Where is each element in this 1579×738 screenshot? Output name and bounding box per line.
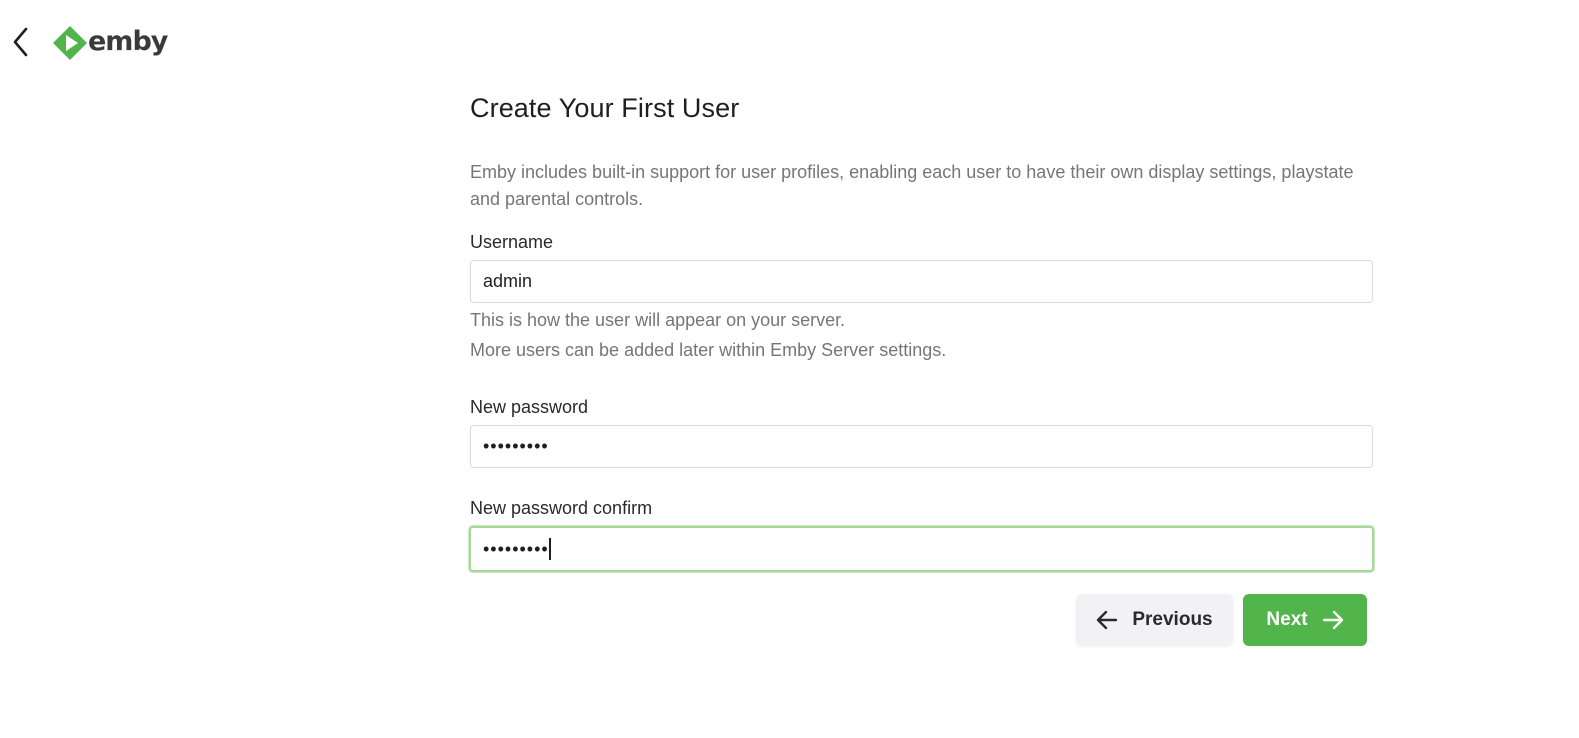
wizard-nav-buttons: Previous Next	[1076, 594, 1367, 646]
username-group: Username admin This is how the user will…	[470, 232, 1374, 365]
logo-text: emby	[88, 25, 168, 57]
password-confirm-group: New password confirm •••••••••	[469, 498, 1374, 572]
password-group: New password •••••••••	[470, 397, 1374, 468]
password-confirm-label: New password confirm	[470, 498, 653, 518]
username-help-1: This is how the user will appear on your…	[470, 310, 846, 330]
username-label: Username	[470, 232, 554, 252]
back-button[interactable]	[6, 24, 34, 60]
username-input[interactable]: admin	[470, 260, 1373, 303]
setup-wizard-content: Create Your First User Emby includes bui…	[469, 90, 1374, 572]
password-confirm-input[interactable]: •••••••••	[469, 526, 1374, 572]
previous-button[interactable]: Previous	[1076, 594, 1233, 646]
username-value: admin	[483, 271, 533, 291]
arrow-right-icon	[1322, 610, 1343, 630]
previous-label: Previous	[1132, 609, 1213, 630]
chevron-left-icon	[13, 27, 28, 57]
emby-logo[interactable]: emby	[52, 24, 168, 62]
next-label: Next	[1266, 609, 1308, 630]
top-bar: emby	[0, 0, 1579, 84]
password-label: New password	[470, 397, 589, 417]
intro-text: Emby includes built-in support for user …	[470, 162, 1354, 209]
password-confirm-value: •••••••••	[483, 538, 549, 559]
page-title: Create Your First User	[470, 93, 740, 123]
username-help-2: More users can be added later within Emb…	[470, 340, 947, 360]
password-value: •••••••••	[483, 436, 549, 456]
arrow-left-icon	[1097, 610, 1118, 630]
password-input[interactable]: •••••••••	[470, 425, 1373, 468]
next-button[interactable]: Next	[1243, 594, 1367, 646]
text-caret	[548, 538, 551, 560]
emby-logo-icon	[53, 26, 87, 60]
